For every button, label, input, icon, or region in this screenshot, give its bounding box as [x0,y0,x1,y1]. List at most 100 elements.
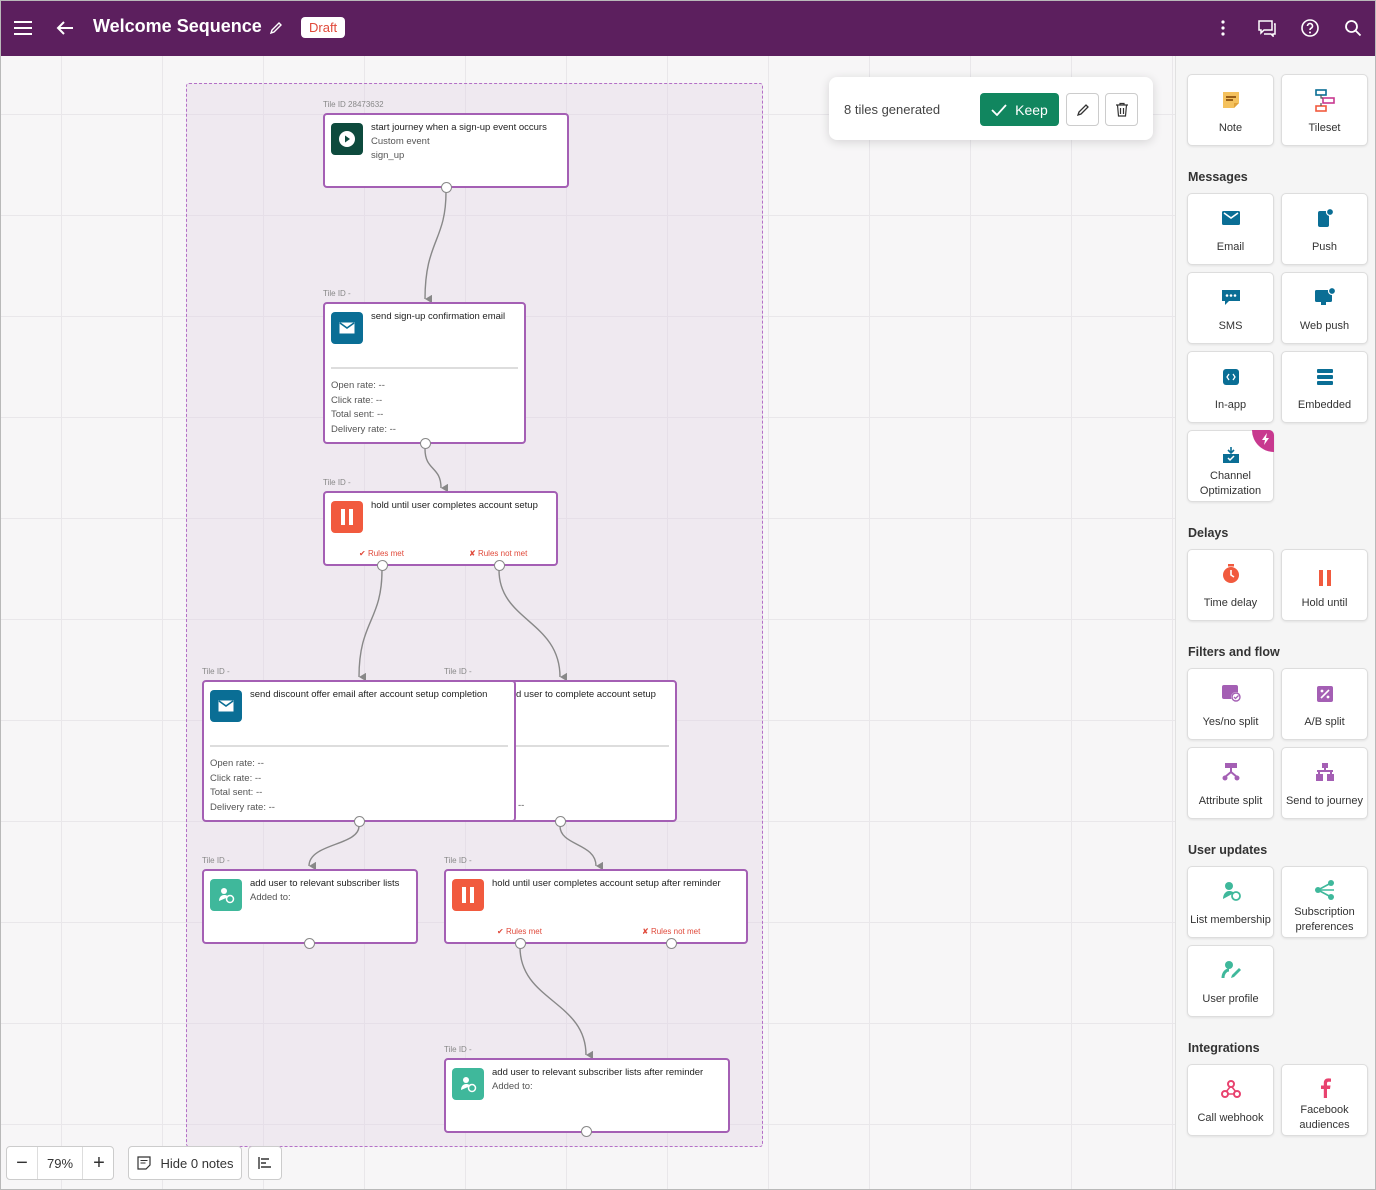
push-card[interactable]: Push [1281,193,1368,265]
event-type: Custom event [371,136,430,147]
section-user-updates: User updates [1188,843,1268,857]
output-port[interactable] [304,938,315,949]
hold-until-tile[interactable]: hold until user completes account setup … [323,491,558,566]
top-bar: Welcome Sequence Draft [1,1,1375,56]
output-port[interactable] [420,438,431,449]
sms-card[interactable]: SMS [1187,272,1274,344]
help-icon[interactable] [1297,15,1323,41]
card-label: User profile [1202,993,1259,1005]
call-webhook-card[interactable]: Call webhook [1187,1064,1274,1136]
rules-not-met-label: ✘ Rules not met [469,549,528,558]
card-label: Tileset [1308,122,1341,134]
output-port[interactable] [515,938,526,949]
tile-palette-sidebar: Note Tileset Messages Email Push SMS Web… [1175,56,1375,1189]
zoom-control: − 79% + [6,1146,114,1180]
tileset-card[interactable]: Tileset [1281,74,1368,146]
timer-icon [1222,564,1239,583]
tile-id-label: Tile ID 28473632 [323,100,384,109]
send-to-journey-icon [1315,763,1334,781]
output-port[interactable] [441,182,452,193]
channel-optimization-card[interactable]: Channel Optimization [1187,430,1274,502]
ab-split-icon [1316,686,1333,702]
facebook-audiences-card[interactable]: Facebook audiences [1281,1064,1368,1136]
list-membership-card[interactable]: List membership [1187,866,1274,938]
pause-icon [1318,570,1331,586]
keep-button[interactable]: Keep [980,93,1059,126]
email-tile[interactable]: send discount offer email after account … [202,680,516,822]
yes-no-split-icon [1221,685,1241,702]
rules-met-text: Rules met [367,549,404,558]
rules-not-met-label: ✘ Rules not met [642,927,701,936]
card-label: Attribute split [1198,795,1263,807]
generation-popup: 8 tiles generated Keep [829,77,1153,140]
subscription-preferences-icon [1314,880,1334,900]
email-stats: Open rate: -- Click rate: -- Total sent:… [331,379,396,437]
card-label: Web push [1299,320,1350,332]
hide-notes-button[interactable]: Hide 0 notes [128,1146,242,1180]
more-options-icon[interactable] [1210,15,1236,41]
menu-icon[interactable] [10,15,36,41]
search-icon[interactable] [1340,15,1366,41]
attribute-split-card[interactable]: Attribute split [1187,747,1274,819]
output-port[interactable] [494,560,505,571]
tiles-generated-text: 8 tiles generated [844,102,941,117]
rules-met-label: ✔ Rules met [497,927,542,936]
generated-tile-group [186,83,763,1147]
pencil-icon [1076,103,1089,116]
email-icon [331,312,363,344]
send-to-journey-card[interactable]: Send to journey [1281,747,1368,819]
list-membership-tile[interactable]: add user to relevant subscriber lists Ad… [202,869,418,944]
output-port[interactable] [666,938,677,949]
rules-not-met-text: Rules not met [477,549,528,558]
align-button[interactable] [248,1146,282,1180]
play-icon [331,123,363,155]
output-port[interactable] [581,1126,592,1137]
list-membership-icon [210,879,242,911]
output-port[interactable] [354,816,365,827]
card-label: Email [1216,241,1245,253]
trash-icon [1115,102,1128,117]
zoom-in-button[interactable]: + [84,1147,114,1179]
web-push-card[interactable]: Web push [1281,272,1368,344]
edit-title-icon[interactable] [263,15,289,41]
card-label: A/B split [1304,716,1345,728]
user-profile-card[interactable]: User profile [1187,945,1274,1017]
ab-split-card[interactable]: A/B split [1281,668,1368,740]
channel-optimization-icon [1222,447,1239,463]
hold-until-tile[interactable]: hold until user completes account setup … [444,869,748,944]
tile-title: send discount offer email after account … [250,689,488,700]
email-tile[interactable]: send sign-up confirmation email Open rat… [323,302,526,444]
delete-button[interactable] [1105,93,1138,126]
hold-until-card[interactable]: Hold until [1281,549,1368,621]
email-card[interactable]: Email [1187,193,1274,265]
comments-icon[interactable] [1254,15,1280,41]
email-icon [210,690,242,722]
output-port[interactable] [377,560,388,571]
page-title: Welcome Sequence [93,16,262,36]
list-membership-tile[interactable]: add user to relevant subscriber lists af… [444,1058,730,1133]
card-label: Embedded [1297,399,1352,411]
zoom-out-button[interactable]: − [7,1147,37,1179]
section-filters-and-flow: Filters and flow [1188,645,1280,659]
edit-button[interactable] [1066,93,1099,126]
card-label: SMS [1218,320,1243,332]
tile-title: add user to relevant subscriber lists [250,878,400,889]
yes-no-split-card[interactable]: Yes/no split [1187,668,1274,740]
card-label: Subscription preferences [1294,906,1355,933]
back-arrow-icon[interactable] [52,15,78,41]
in-app-card[interactable]: In-app [1187,351,1274,423]
added-to-label: Added to: [492,1081,533,1092]
time-delay-card[interactable]: Time delay [1187,549,1274,621]
tile-title: start journey when a sign-up event occur… [371,122,547,133]
output-port[interactable] [555,816,566,827]
entry-tile[interactable]: start journey when a sign-up event occur… [323,113,569,188]
list-membership-icon [1222,882,1241,901]
card-label: Time delay [1203,597,1258,609]
hide-notes-label: Hide 0 notes [160,1155,234,1171]
push-icon [1317,208,1334,227]
webhook-icon [1220,1080,1241,1098]
note-card[interactable]: Note [1187,74,1274,146]
draft-badge: Draft [301,17,346,38]
embedded-card[interactable]: Embedded [1281,351,1368,423]
subscription-preferences-card[interactable]: Subscription preferences [1281,866,1368,938]
